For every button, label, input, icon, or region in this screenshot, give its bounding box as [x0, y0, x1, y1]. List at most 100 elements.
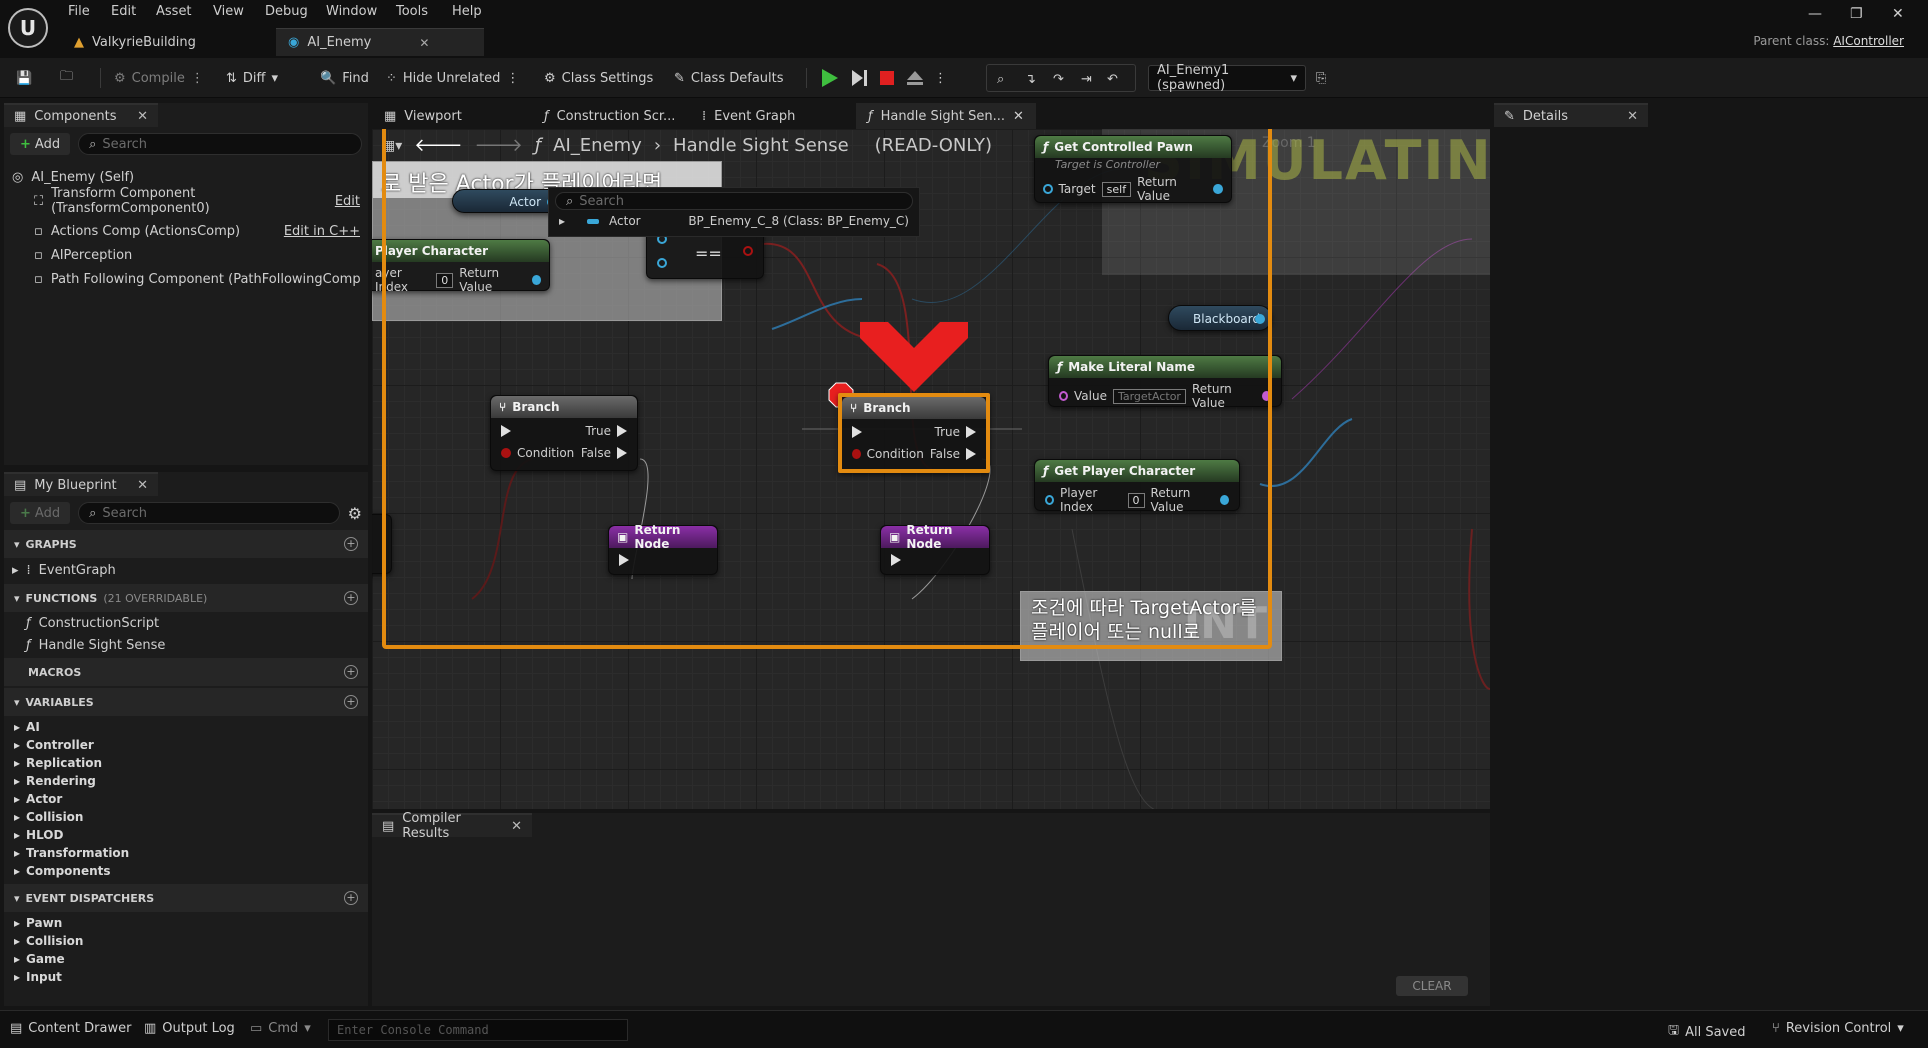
restore-icon[interactable]: ❐: [1850, 6, 1863, 22]
exec-in-pin[interactable]: [852, 426, 862, 438]
condition-pin[interactable]: [501, 448, 511, 458]
graph-item-eventgraph[interactable]: ▸ ⁞ EventGraph: [4, 558, 368, 582]
get-player-character-node[interactable]: ƒ Get Player Character Player Index 0 Re…: [1034, 459, 1240, 514]
function-item-construction[interactable]: ƒ ConstructionScript: [4, 612, 368, 634]
add-macro-icon[interactable]: +: [344, 665, 358, 679]
name-value[interactable]: TargetActor: [1112, 388, 1186, 404]
output-log-button[interactable]: ▥ Output Log: [144, 1021, 235, 1036]
content-drawer-button[interactable]: ▤ Content Drawer: [10, 1021, 131, 1036]
event-dispatchers-header[interactable]: ▾ EVENT DISPATCHERS +: [4, 884, 368, 912]
step-over-icon[interactable]: ↷: [1053, 67, 1064, 91]
doc-tab-valkyrie[interactable]: ▲ ValkyrieBuilding: [62, 28, 208, 56]
functions-header[interactable]: ▾ FUNCTIONS (21 OVERRIDABLE) +: [4, 584, 368, 612]
tab-details[interactable]: ✎ Details ✕: [1494, 103, 1648, 127]
diff-button[interactable]: ⇅ Diff ▾: [226, 66, 278, 90]
add-function-icon[interactable]: +: [344, 591, 358, 605]
step-out-icon[interactable]: ⇥: [1081, 67, 1092, 91]
menu-asset[interactable]: Asset: [156, 4, 192, 19]
output-pin[interactable]: [1261, 391, 1271, 401]
minimize-icon[interactable]: —: [1808, 6, 1822, 22]
step-icon[interactable]: [848, 67, 870, 89]
more-options-icon[interactable]: ⋮: [191, 71, 204, 86]
category-item[interactable]: ▸ Game: [4, 950, 368, 968]
exec-in-pin[interactable]: [501, 425, 511, 437]
target-value[interactable]: self: [1101, 181, 1132, 197]
variables-header[interactable]: ▾ VARIABLES +: [4, 688, 368, 716]
exec-out-pin[interactable]: [966, 448, 976, 460]
more-options-icon[interactable]: ⋮: [506, 71, 519, 86]
forward-icon[interactable]: 🡒: [475, 135, 523, 156]
menu-window[interactable]: Window: [326, 4, 377, 19]
console-input[interactable]: Enter Console Command: [328, 1019, 628, 1041]
save-icon[interactable]: 💾: [16, 66, 32, 90]
player-character-node[interactable]: Player Character ayer Index 0 Return Val…: [372, 239, 550, 294]
clear-button[interactable]: CLEAR: [1396, 976, 1468, 996]
branch-node-1[interactable]: ⑂ Branch True Condition False: [490, 395, 638, 471]
category-item[interactable]: ▸ Controller: [4, 736, 368, 754]
tab-viewport[interactable]: ▦ Viewport: [372, 103, 474, 129]
tree-item-aiperception[interactable]: ▫ AIPerception: [12, 243, 360, 267]
add-component-button[interactable]: + Add: [10, 133, 71, 155]
category-item[interactable]: ▸ AI: [4, 718, 368, 736]
input-pin[interactable]: [1043, 184, 1053, 194]
class-settings-button[interactable]: ⚙ Class Settings: [544, 66, 653, 90]
input-pin[interactable]: [1045, 495, 1054, 505]
debug-object-select[interactable]: AI_Enemy1 (spawned) ▾: [1148, 63, 1306, 93]
category-item[interactable]: ▸ HLOD: [4, 826, 368, 844]
category-item[interactable]: ▸ Pawn: [4, 914, 368, 932]
close-window-icon[interactable]: ✕: [1892, 6, 1904, 22]
cmd-selector[interactable]: ▭ Cmd ▾: [250, 1021, 311, 1036]
find-node-icon[interactable]: ⌕: [997, 67, 1004, 91]
components-search-input[interactable]: ⌕ Search: [78, 133, 362, 155]
menu-debug[interactable]: Debug: [265, 4, 308, 19]
tab-compiler-results[interactable]: ▤ Compiler Results ✕: [372, 811, 532, 841]
graph-menu-icon[interactable]: ▦▾: [382, 138, 402, 154]
player-index-value[interactable]: 0: [436, 272, 454, 288]
close-icon[interactable]: ✕: [1627, 109, 1638, 124]
tab-my-blueprint[interactable]: ▤ My Blueprint ✕: [4, 472, 158, 496]
menu-view[interactable]: View: [213, 4, 244, 19]
blackboard-node[interactable]: Blackboard: [1168, 305, 1272, 331]
menu-file[interactable]: File: [68, 4, 90, 19]
menu-tools[interactable]: Tools: [396, 4, 428, 19]
class-defaults-button[interactable]: ✎ Class Defaults: [674, 66, 784, 90]
close-icon[interactable]: ✕: [1013, 109, 1024, 124]
unreal-logo-icon[interactable]: U: [8, 8, 48, 48]
compile-button[interactable]: ⚙ Compile ⋮: [114, 66, 204, 90]
doc-tab-ai-enemy[interactable]: ◉ AI_Enemy ✕: [276, 28, 484, 56]
back-icon[interactable]: 🡐: [414, 135, 462, 156]
popup-search-input[interactable]: ⌕ Search: [555, 192, 913, 210]
macros-header[interactable]: MACROS +: [4, 658, 368, 686]
all-saved-button[interactable]: 🖫 All Saved: [1668, 1021, 1746, 1043]
category-item[interactable]: ▸ Rendering: [4, 772, 368, 790]
make-literal-name-node[interactable]: ƒ Make Literal Name Value TargetActor Re…: [1048, 355, 1282, 410]
breadcrumb-blueprint[interactable]: AI_Enemy: [553, 135, 642, 156]
tree-item-path-following[interactable]: ▫ Path Following Component (PathFollowin…: [12, 267, 360, 291]
more-options-icon[interactable]: ⋮: [934, 66, 947, 90]
tab-handle-sight-sense[interactable]: ƒ Handle Sight Sen... ✕: [856, 103, 1036, 129]
get-controlled-pawn-node[interactable]: ƒ Get Controlled Pawn Target is Controll…: [1034, 135, 1232, 203]
edit-in-cpp-link[interactable]: Edit in C++: [284, 224, 360, 239]
exec-in-pin[interactable]: [619, 554, 629, 566]
output-pin[interactable]: [743, 246, 753, 256]
close-icon[interactable]: ✕: [419, 36, 429, 50]
tree-item-actions-comp[interactable]: ▫ Actions Comp (ActionsComp) Edit in C++: [12, 219, 360, 243]
close-icon[interactable]: ✕: [511, 819, 522, 834]
input-pin[interactable]: [657, 258, 667, 268]
graphs-header[interactable]: ▾ GRAPHS +: [4, 530, 368, 558]
output-pin[interactable]: [1255, 314, 1265, 324]
edit-link[interactable]: Edit: [335, 194, 360, 209]
my-blueprint-search-input[interactable]: ⌕ Search: [78, 502, 340, 524]
add-variable-icon[interactable]: +: [344, 695, 358, 709]
category-item[interactable]: ▸ Transformation: [4, 844, 368, 862]
add-member-button[interactable]: + Add: [10, 502, 71, 524]
condition-pin[interactable]: [852, 449, 861, 459]
category-item[interactable]: ▸ Components: [4, 862, 368, 880]
exec-out-pin[interactable]: [617, 425, 627, 437]
exec-out-pin[interactable]: [966, 426, 976, 438]
category-item[interactable]: ▸ Input: [4, 968, 368, 986]
exec-in-pin[interactable]: [891, 554, 901, 566]
revision-control-button[interactable]: ⑂ Revision Control ▾: [1772, 1021, 1904, 1036]
input-pin[interactable]: [1059, 391, 1069, 401]
add-dispatcher-icon[interactable]: +: [344, 891, 358, 905]
